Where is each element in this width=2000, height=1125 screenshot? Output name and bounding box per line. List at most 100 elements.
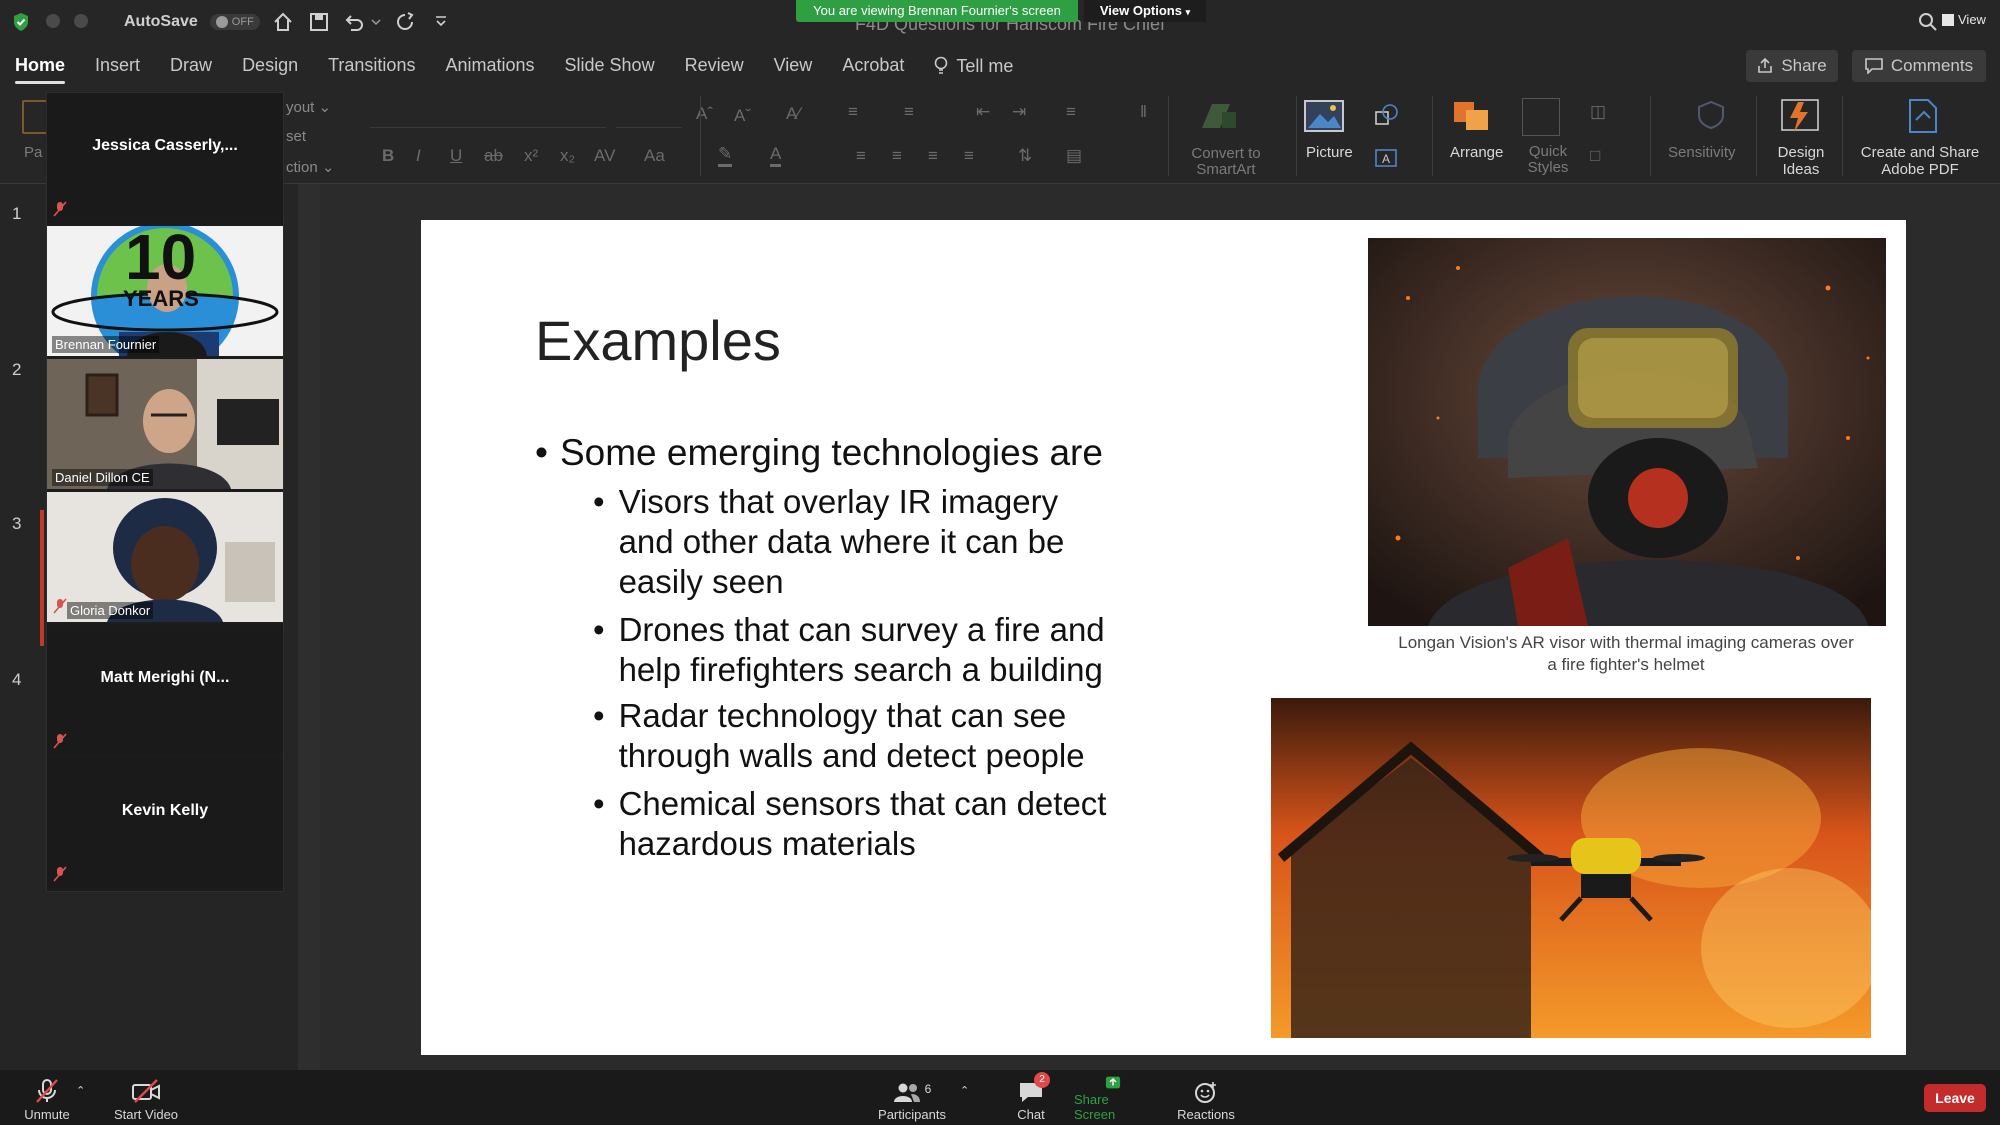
reset-button[interactable]: set: [286, 128, 306, 145]
comments-button[interactable]: Comments: [1852, 50, 1986, 82]
decrease-indent-icon[interactable]: ⇤: [976, 102, 990, 122]
firefighter-ar-visor-image[interactable]: [1368, 238, 1886, 626]
tab-home[interactable]: Home: [0, 44, 80, 88]
clear-formatting-icon[interactable]: A∕: [786, 104, 800, 124]
main-bullet[interactable]: • Some emerging technologies are: [535, 432, 1103, 474]
chat-button[interactable]: 2 Chat: [1006, 1072, 1056, 1122]
view-button[interactable]: View: [1942, 12, 1986, 27]
columns-icon[interactable]: ‖: [1140, 102, 1147, 122]
autosave-toggle[interactable]: OFF: [209, 14, 260, 30]
participant-tile[interactable]: Jessica Casserly,...: [47, 93, 283, 223]
justify-icon[interactable]: ≡: [964, 146, 974, 166]
numbering-icon[interactable]: ≡: [904, 102, 914, 122]
strikethrough-icon[interactable]: ab: [484, 146, 503, 166]
view-options-button[interactable]: View Options ▾: [1084, 0, 1206, 22]
align-right-icon[interactable]: ≡: [928, 146, 938, 166]
sensitivity-icon[interactable]: [1696, 100, 1726, 135]
undo-icon[interactable]: [342, 11, 382, 38]
shape-outline-icon[interactable]: □: [1590, 146, 1600, 166]
participant-name: Gloria Donkor: [67, 602, 154, 619]
superscript-icon[interactable]: x²: [524, 146, 538, 166]
bold-icon[interactable]: B: [382, 146, 394, 166]
tab-draw[interactable]: Draw: [155, 44, 227, 88]
font-size-field[interactable]: [616, 104, 682, 128]
customize-toolbar-icon[interactable]: [434, 14, 448, 33]
reactions-button[interactable]: Reactions: [1176, 1076, 1236, 1122]
tab-animations[interactable]: Animations: [430, 44, 549, 88]
tab-design[interactable]: Design: [227, 44, 313, 88]
smartart-icon[interactable]: [1200, 102, 1238, 130]
italic-icon[interactable]: I: [416, 146, 421, 166]
slide-number-4[interactable]: 4: [12, 670, 21, 690]
participant-video-tile[interactable]: Daniel Dillon CE: [47, 359, 283, 489]
slide[interactable]: Examples • Some emerging technologies ar…: [421, 220, 1906, 1055]
share-button[interactable]: Share: [1746, 50, 1838, 82]
text-direction-icon[interactable]: ⇅: [1018, 146, 1032, 166]
highlight-icon[interactable]: ✎: [718, 144, 733, 167]
tab-slide-show[interactable]: Slide Show: [550, 44, 670, 88]
quick-styles-line2: Styles: [1527, 159, 1569, 176]
increase-font-icon[interactable]: Aˆ: [696, 104, 713, 124]
slide-number-1[interactable]: 1: [12, 204, 21, 224]
participant-tile[interactable]: Kevin Kelly: [47, 758, 283, 888]
sub-bullet[interactable]: • Radar technology that can see through …: [593, 696, 1113, 776]
home-icon[interactable]: [272, 11, 294, 38]
layout-button[interactable]: yout ⌄: [286, 98, 331, 116]
tell-me-search[interactable]: Tell me: [919, 44, 1028, 88]
picture-icon[interactable]: [1304, 100, 1344, 137]
underline-icon[interactable]: U: [450, 146, 462, 166]
text-box-icon[interactable]: A: [1374, 148, 1398, 173]
design-ideas-icon[interactable]: [1780, 98, 1820, 139]
subscript-icon[interactable]: x₂: [560, 146, 575, 166]
security-shield-icon[interactable]: [12, 12, 30, 32]
shapes-icon[interactable]: [1374, 104, 1400, 131]
tab-insert[interactable]: Insert: [80, 44, 155, 88]
search-icon[interactable]: [1918, 12, 1938, 37]
quick-styles-icon[interactable]: [1522, 98, 1560, 136]
save-icon[interactable]: [308, 11, 330, 38]
decrease-font-icon[interactable]: Aˇ: [734, 106, 751, 126]
participants-options-caret[interactable]: ⌃: [960, 1084, 969, 1097]
paste-icon[interactable]: [22, 100, 48, 134]
unmute-button[interactable]: Unmute: [22, 1076, 72, 1122]
increase-indent-icon[interactable]: ⇥: [1012, 102, 1026, 122]
slide-number-3[interactable]: 3: [12, 514, 21, 534]
participant-video-tile[interactable]: 10 YEARS Brennan Fournier: [47, 226, 283, 356]
window-minimize-button[interactable]: [74, 14, 88, 28]
share-screen-button[interactable]: Share Screen: [1074, 1076, 1152, 1122]
ribbon-divider: [1432, 96, 1433, 176]
slide-title[interactable]: Examples: [535, 308, 781, 373]
align-left-icon[interactable]: ≡: [856, 146, 866, 166]
character-spacing-icon[interactable]: AV: [594, 146, 615, 166]
participant-tile[interactable]: Matt Merighi (N...: [47, 625, 283, 755]
participants-button[interactable]: 6 Participants: [878, 1076, 946, 1122]
sub-bullet[interactable]: • Drones that can survey a fire and help…: [593, 610, 1133, 690]
window-close-button[interactable]: [46, 14, 60, 28]
adobe-pdf-icon[interactable]: [1906, 98, 1940, 139]
bullets-icon[interactable]: ≡: [848, 102, 858, 122]
start-video-button[interactable]: Start Video: [112, 1076, 180, 1122]
arrange-icon[interactable]: [1452, 100, 1492, 137]
sub-bullet[interactable]: • Visors that overlay IR imagery and oth…: [593, 482, 1113, 602]
tab-review[interactable]: Review: [670, 44, 759, 88]
drone-fire-image[interactable]: [1271, 698, 1881, 1038]
tab-acrobat[interactable]: Acrobat: [827, 44, 919, 88]
tab-view[interactable]: View: [759, 44, 828, 88]
autosave-control[interactable]: AutoSave OFF: [124, 9, 260, 35]
participant-video-tile[interactable]: Gloria Donkor: [47, 492, 283, 622]
align-text-icon[interactable]: ▤: [1066, 146, 1082, 166]
slide-number-2[interactable]: 2: [12, 360, 21, 380]
section-button[interactable]: ction ⌄: [286, 158, 334, 176]
align-center-icon[interactable]: ≡: [892, 146, 902, 166]
tab-transitions[interactable]: Transitions: [313, 44, 430, 88]
leave-meeting-button[interactable]: Leave: [1924, 1084, 1986, 1112]
change-case-icon[interactable]: Aa: [644, 146, 665, 166]
audio-options-caret[interactable]: ⌃: [76, 1084, 85, 1097]
shape-fill-icon[interactable]: ◫: [1590, 102, 1606, 122]
line-spacing-icon[interactable]: ≡: [1066, 102, 1076, 122]
sub-bullet[interactable]: • Chemical sensors that can detect hazar…: [593, 784, 1113, 864]
font-name-field[interactable]: [370, 104, 606, 128]
font-color-icon[interactable]: A: [770, 144, 782, 167]
rail-splitter[interactable]: [298, 184, 320, 1070]
redo-icon[interactable]: [394, 11, 416, 38]
